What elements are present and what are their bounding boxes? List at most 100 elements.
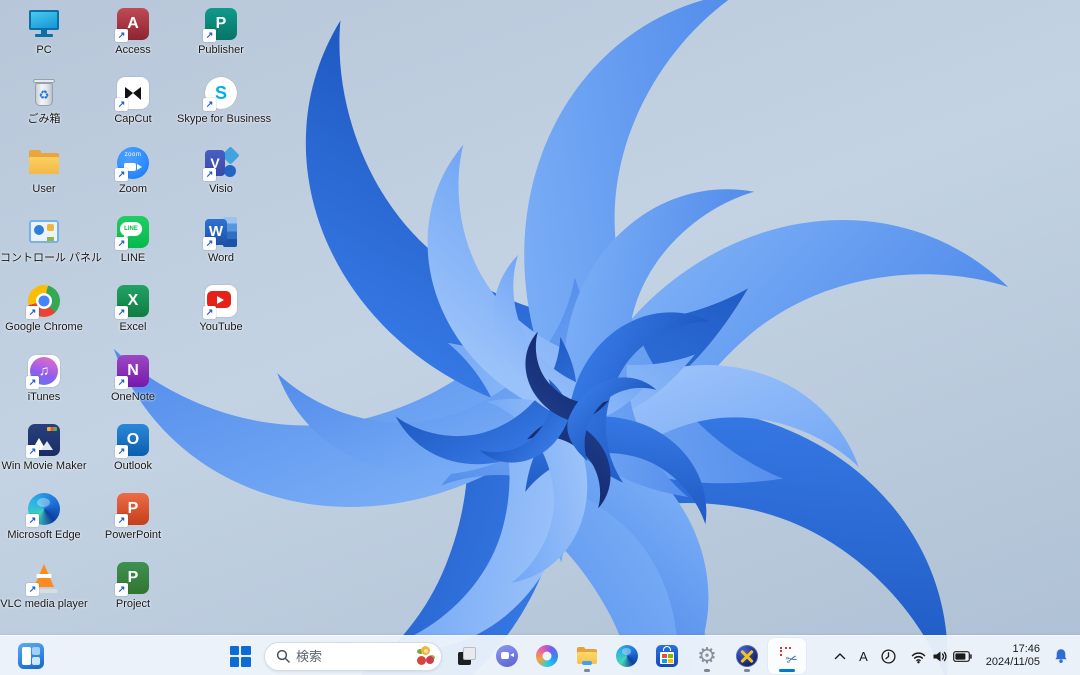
shortcut-arrow-icon: ↗ xyxy=(203,167,216,181)
shortcut-arrow-icon: ↗ xyxy=(115,98,128,112)
taskbar-app-chat[interactable] xyxy=(488,638,526,674)
battery-icon xyxy=(952,650,972,662)
taskbar-app-settings[interactable]: ⚙ xyxy=(688,638,726,674)
chrome-icon: ↗ xyxy=(26,283,62,320)
x-sphere-icon xyxy=(735,644,759,668)
hidden-icons-button[interactable] xyxy=(828,641,852,671)
stacked-windows-icon xyxy=(455,644,479,668)
active-window-indicator xyxy=(779,669,795,672)
visio-icon: V ↗ xyxy=(203,145,240,181)
publisher-icon: P ↗ xyxy=(203,6,239,42)
desktop-icon-visio[interactable]: V ↗ Visio xyxy=(177,145,265,196)
word-icon: W ↗ xyxy=(203,214,239,250)
desktop-icon-recycle[interactable]: ♻ ごみ箱 xyxy=(0,75,88,126)
tray-time: 17:46 xyxy=(1012,643,1040,655)
search-box[interactable] xyxy=(264,641,442,671)
running-indicator xyxy=(744,669,750,672)
shortcut-arrow-icon: ↗ xyxy=(203,306,216,320)
recycle-icon: ♻ xyxy=(26,75,62,111)
seasonal-search-highlight-icon[interactable] xyxy=(416,646,436,666)
desktop-icon-capcut[interactable]: ↗ CapCut xyxy=(89,75,177,126)
shortcut-arrow-icon: ↗ xyxy=(26,444,39,458)
vlc-icon: ↗ xyxy=(26,560,62,597)
desktop-icon-excel[interactable]: X ↗ Excel xyxy=(89,283,177,334)
desktop-icon-label: CapCut xyxy=(114,113,152,126)
network-volume-battery-button[interactable] xyxy=(904,641,978,671)
desktop-icon-label: ごみ箱 xyxy=(27,113,61,126)
desktop-icon-label: Excel xyxy=(119,321,147,334)
taskbar: ⚙✂ A xyxy=(0,635,1080,675)
youtube-icon: ↗ xyxy=(203,283,239,320)
skype-icon: S ↗ xyxy=(203,75,239,112)
desktop-icon-grid: PC ♻ ごみ箱 User コントロール パネル ↗ Google Chrome ♫ ↗ iTun… xyxy=(0,0,1080,675)
desktop-icon-cpanel[interactable]: コントロール パネル xyxy=(0,214,102,265)
ime-mode-button[interactable]: A xyxy=(854,641,873,671)
excel-icon: X ↗ xyxy=(115,283,151,320)
taskbar-app-file-explorer[interactable] xyxy=(568,638,606,674)
taskbar-app-stacked-windows[interactable] xyxy=(448,638,486,674)
taskbar-pinned-apps: ⚙ ✂ xyxy=(448,638,806,674)
desktop-icon-publisher[interactable]: P ↗ Publisher xyxy=(177,6,265,57)
ime-mode-label: A xyxy=(859,648,868,664)
shortcut-arrow-icon: ↗ xyxy=(203,98,216,112)
desktop-icon-label: Visio xyxy=(209,182,233,195)
search-input[interactable] xyxy=(296,648,410,664)
desktop-icon-line[interactable]: LINE ↗ LINE xyxy=(89,214,177,265)
desktop-icon-onenote[interactable]: N ↗ OneNote xyxy=(89,353,177,404)
taskbar-app-edge[interactable] xyxy=(608,638,646,674)
taskbar-app-x-sphere[interactable] xyxy=(728,638,766,674)
desktop-icon-powerpoint[interactable]: P ↗ PowerPoint xyxy=(89,491,177,542)
file-explorer-icon xyxy=(575,644,599,668)
notification-bell-button[interactable] xyxy=(1048,641,1074,671)
desktop-icon-edge[interactable]: ↗ Microsoft Edge xyxy=(0,491,88,542)
search-icon xyxy=(276,649,290,663)
folder-icon xyxy=(26,145,62,181)
taskbar-app-copilot[interactable] xyxy=(528,638,566,674)
widgets-button[interactable] xyxy=(14,640,48,672)
desktop-icon-access[interactable]: A ↗ Access xyxy=(89,6,177,57)
desktop-icon-label: Microsoft Edge xyxy=(7,529,81,542)
desktop-icon-youtube[interactable]: ↗ YouTube xyxy=(177,283,265,334)
taskbar-center-group: ⚙✂ xyxy=(222,638,806,674)
itunes-icon: ♫ ↗ xyxy=(26,353,62,389)
desktop-icon-label: iTunes xyxy=(27,390,61,403)
desktop-icon-label: PowerPoint xyxy=(104,529,162,542)
desktop-icon-outlook[interactable]: O ↗ Outlook xyxy=(89,422,177,473)
desktop-icon-skype[interactable]: S ↗ Skype for Business xyxy=(177,75,271,126)
desktop-icon-folder[interactable]: User xyxy=(0,145,88,196)
start-button[interactable] xyxy=(222,639,258,673)
cpanel-icon xyxy=(26,214,62,250)
volume-icon xyxy=(933,651,947,661)
taskbar-app-snipping-tool[interactable]: ✂ xyxy=(768,638,806,674)
running-indicator xyxy=(584,669,590,672)
shortcut-arrow-icon: ↗ xyxy=(115,167,128,181)
desktop-icon-label: OneNote xyxy=(110,390,156,403)
clock-date-button[interactable]: 17:46 2024/11/05 xyxy=(980,643,1046,669)
shortcut-arrow-icon: ↗ xyxy=(115,375,128,389)
desktop-icon-chrome[interactable]: ↗ Google Chrome xyxy=(0,283,88,334)
access-icon: A ↗ xyxy=(115,6,151,42)
outlook-icon: O ↗ xyxy=(115,422,151,458)
desktop-icon-vlc[interactable]: ↗ VLC media player xyxy=(0,560,88,611)
desktop-icon-project[interactable]: P ↗ Project xyxy=(89,560,177,611)
desktop-icon-zoomapp[interactable]: zoom ↗ Zoom xyxy=(89,145,177,196)
settings-icon: ⚙ xyxy=(697,643,717,668)
desktop: PC ♻ ごみ箱 User コントロール パネル ↗ Google Chrome ♫ ↗ iTun… xyxy=(0,0,1080,675)
desktop-icon-word[interactable]: W ↗ Word xyxy=(177,214,265,265)
shortcut-arrow-icon: ↗ xyxy=(115,29,128,42)
copilot-icon xyxy=(535,644,559,668)
zoomapp-icon: zoom ↗ xyxy=(115,145,151,181)
taskbar-app-store[interactable] xyxy=(648,638,686,674)
desktop-icon-moviemaker[interactable]: ↗ Win Movie Maker xyxy=(0,422,88,473)
line-icon: LINE ↗ xyxy=(115,214,151,250)
desktop-icon-label: Project xyxy=(115,598,151,611)
desktop-icon-label: VLC media player xyxy=(0,598,88,611)
notification-bell-icon xyxy=(1055,649,1067,663)
desktop-icon-itunes[interactable]: ♫ ↗ iTunes xyxy=(0,353,88,404)
desktop-icon-label: Google Chrome xyxy=(5,321,83,334)
desktop-icon-pc[interactable]: PC xyxy=(0,6,88,57)
shortcut-arrow-icon: ↗ xyxy=(26,306,39,320)
clock-tray-button[interactable] xyxy=(875,641,902,671)
desktop-icon-label: PC xyxy=(36,44,52,56)
onenote-icon: N ↗ xyxy=(115,353,151,389)
